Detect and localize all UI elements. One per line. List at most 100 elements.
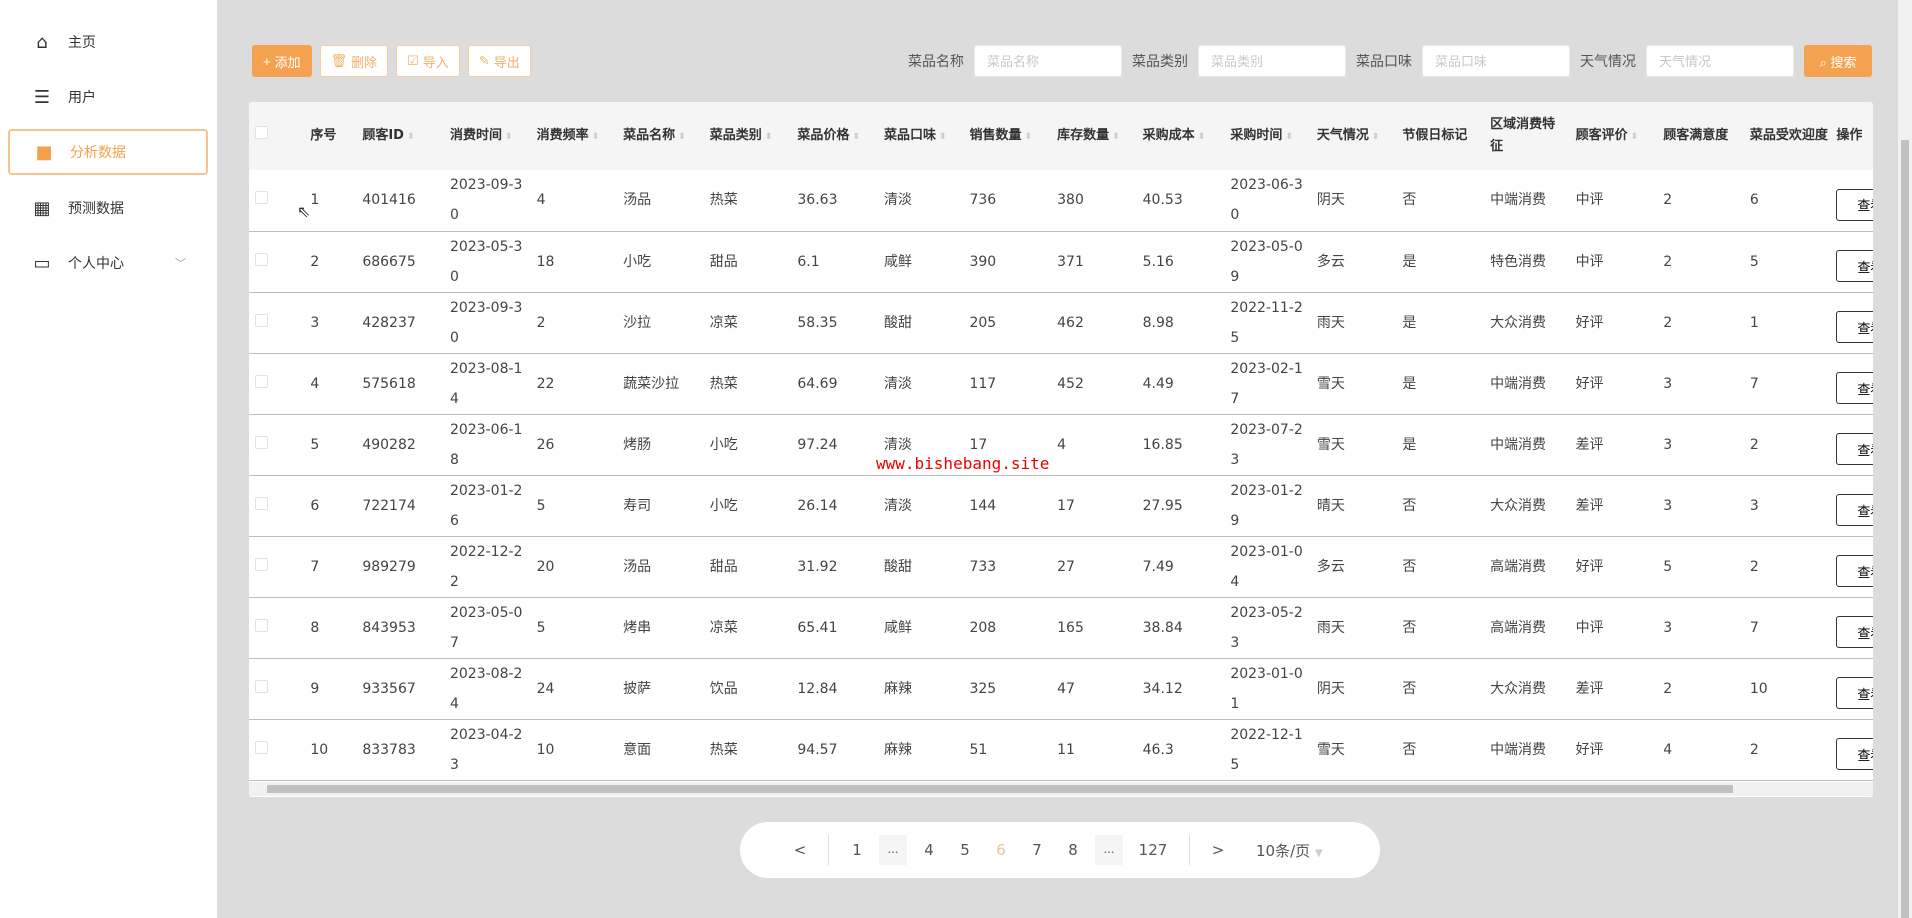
table-cell: 205: [965, 292, 1054, 354]
column-header[interactable]: 采购时间 ⬍: [1226, 102, 1313, 170]
view-button[interactable]: 查看: [1836, 494, 1873, 526]
sidebar-item-users[interactable]: ☰ 用户: [8, 74, 208, 120]
column-header[interactable]: 天气情况 ⬍: [1312, 102, 1399, 170]
select-all-checkbox[interactable]: [255, 126, 268, 139]
table-cell: 咸鲜: [879, 231, 966, 293]
sort-icon[interactable]: ⬍: [592, 132, 600, 142]
sort-icon[interactable]: ⬍: [678, 132, 686, 142]
table-cell: 阴天: [1312, 170, 1399, 232]
sort-icon[interactable]: ⬍: [1285, 132, 1293, 142]
sort-icon[interactable]: ⬍: [1112, 132, 1120, 142]
view-button[interactable]: 查看: [1836, 555, 1873, 587]
page-size-select[interactable]: 10条/页 ▼: [1256, 840, 1323, 861]
table-cell: 否: [1398, 536, 1487, 598]
page-button[interactable]: 4: [911, 841, 947, 859]
row-checkbox[interactable]: [255, 374, 268, 388]
column-header[interactable]: 消费时间 ⬍: [445, 102, 533, 170]
row-checkbox[interactable]: [255, 679, 268, 693]
prev-page-button[interactable]: <: [782, 841, 818, 859]
page-button[interactable]: 8: [1055, 841, 1091, 859]
dish-category-input[interactable]: [1198, 45, 1346, 77]
table-cell: 烤串: [619, 597, 706, 659]
column-header[interactable]: 菜品名称 ⬍: [619, 102, 706, 170]
dish-flavor-input[interactable]: [1422, 45, 1570, 77]
table-row: 7 989279 2022-12-22 20 汤品 甜品 31.92 酸甜 733 27 7.49 2…: [249, 536, 1873, 598]
import-button[interactable]: ☑ 导入: [396, 45, 460, 77]
view-button[interactable]: 查看: [1836, 250, 1873, 282]
table-cell: 371: [1053, 231, 1139, 293]
row-checkbox[interactable]: [255, 435, 268, 449]
page-button[interactable]: 7: [1019, 841, 1055, 859]
table-cell: 多云: [1312, 536, 1399, 598]
search-button[interactable]: ⌕ 搜索: [1804, 45, 1872, 77]
sort-icon[interactable]: ⬍: [407, 132, 415, 142]
scrollbar-thumb[interactable]: [1901, 140, 1909, 918]
sort-icon[interactable]: ⬍: [1024, 132, 1032, 142]
horizontal-scrollbar[interactable]: [249, 782, 1873, 796]
sidebar-item-forecast[interactable]: ▦ 预测数据: [8, 185, 208, 231]
dish-name-input[interactable]: [974, 45, 1122, 77]
add-label: 添加: [274, 54, 301, 70]
briefcase-icon: ■: [35, 141, 53, 163]
table-cell: 94.57: [793, 719, 880, 781]
column-header[interactable]: 菜品价格 ⬍: [793, 102, 880, 170]
column-header[interactable]: 消费频率 ⬍: [532, 102, 620, 170]
wallet-icon: ▭: [33, 252, 51, 274]
view-button[interactable]: 查看: [1836, 738, 1873, 770]
export-button[interactable]: ✎ 导出: [467, 45, 531, 77]
view-button[interactable]: 查看: [1836, 311, 1873, 343]
page-button[interactable]: 1: [839, 841, 875, 859]
view-button[interactable]: 查看: [1836, 372, 1873, 404]
sidebar-item-profile[interactable]: ▭ 个人中心 ﹀: [8, 240, 208, 286]
sort-icon[interactable]: ⬍: [505, 132, 513, 142]
table-cell: 烤肠: [619, 414, 706, 476]
row-checkbox[interactable]: [255, 191, 268, 205]
column-header[interactable]: 采购成本 ⬍: [1138, 102, 1227, 170]
more-pages-button[interactable]: …: [1095, 835, 1123, 865]
row-checkbox[interactable]: [255, 740, 268, 754]
table-row: 5 490282 2023-06-18 26 烤肠 小吃 97.24 清淡 17 4 16.85 20…: [249, 414, 1873, 476]
table-cell: 24: [532, 658, 620, 720]
weather-input[interactable]: [1646, 45, 1794, 77]
row-checkbox[interactable]: [255, 557, 268, 571]
more-pages-button[interactable]: …: [879, 835, 907, 865]
table-cell: 9: [306, 658, 359, 720]
table-cell: 小吃: [705, 414, 794, 476]
sort-icon[interactable]: ⬍: [852, 132, 860, 142]
column-header[interactable]: 库存数量 ⬍: [1053, 102, 1139, 170]
column-header[interactable]: 销售数量 ⬍: [965, 102, 1054, 170]
row-checkbox[interactable]: [255, 252, 268, 266]
next-page-button[interactable]: >: [1200, 841, 1236, 859]
page-button[interactable]: 127: [1127, 841, 1179, 859]
row-checkbox[interactable]: [255, 496, 268, 510]
page-button[interactable]: 5: [947, 841, 983, 859]
sort-icon[interactable]: ⬍: [765, 132, 773, 142]
column-header[interactable]: 顾客评价 ⬍: [1571, 102, 1660, 170]
sort-icon[interactable]: ⬍: [1198, 132, 1206, 142]
view-button[interactable]: 查看: [1836, 188, 1873, 221]
column-header[interactable]: 顾客ID ⬍: [358, 102, 446, 170]
column-header[interactable]: 菜品类别 ⬍: [705, 102, 794, 170]
table-cell: 46.3: [1138, 719, 1227, 781]
vertical-scrollbar[interactable]: [1898, 0, 1912, 918]
sort-icon[interactable]: ⬍: [939, 132, 947, 142]
table-cell: 好评: [1571, 536, 1660, 598]
sidebar-item-home[interactable]: ⌂ 主页: [8, 19, 208, 65]
row-checkbox[interactable]: [255, 618, 268, 632]
delete-button[interactable]: 🗑 删除: [319, 45, 389, 77]
view-button[interactable]: 查看: [1836, 677, 1873, 709]
sidebar-item-analysis[interactable]: ■ 分析数据: [8, 129, 208, 175]
page-button[interactable]: 6: [983, 841, 1019, 859]
view-button[interactable]: 查看: [1836, 616, 1873, 648]
column-header[interactable]: 菜品口味 ⬍: [879, 102, 966, 170]
sort-icon[interactable]: ⬍: [1372, 132, 1380, 142]
row-checkbox[interactable]: [255, 313, 268, 327]
scrollbar-thumb[interactable]: [267, 785, 1733, 793]
mouse-cursor-icon: ⇖: [297, 202, 311, 221]
add-button[interactable]: + 添加: [252, 45, 312, 77]
table-cell: 2022-12-15: [1226, 719, 1313, 781]
sort-icon[interactable]: ⬍: [1631, 132, 1639, 142]
table-cell: 5: [306, 414, 359, 476]
view-button[interactable]: 查看: [1836, 433, 1873, 465]
table-cell: 2023-02-17: [1226, 353, 1313, 415]
